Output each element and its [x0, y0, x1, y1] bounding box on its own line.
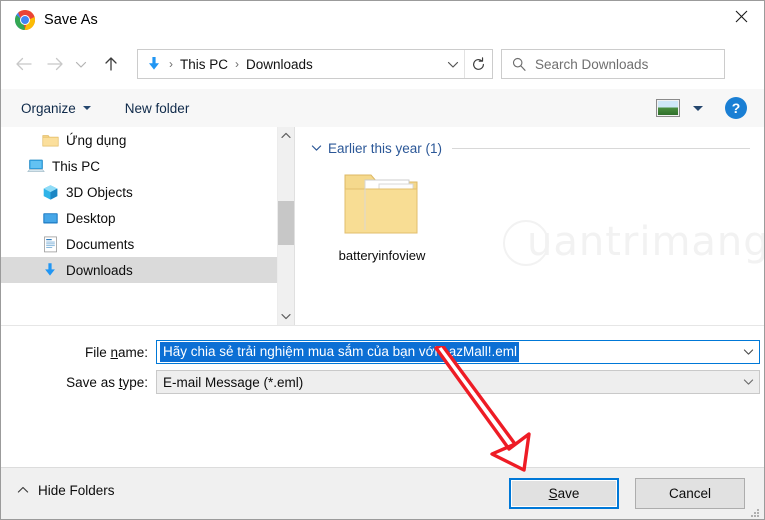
navigation-pane: Ứng dụng This PC 3D Objects Desktop Docu… — [1, 127, 277, 325]
sidebar-item-label: This PC — [52, 158, 101, 174]
group-divider — [452, 147, 750, 149]
chrome-logo-icon — [15, 10, 35, 30]
organize-label: Organize — [21, 100, 76, 116]
filename-value[interactable]: Hãy chia sẻ trải nghiệm mua sắm của bạn … — [160, 341, 519, 363]
title-bar: Save As — [1, 1, 764, 39]
hide-folders-label: Hide Folders — [38, 482, 115, 498]
cancel-button[interactable]: Cancel — [635, 478, 745, 509]
scrollbar-thumb[interactable] — [278, 201, 294, 245]
search-box[interactable] — [501, 49, 725, 79]
sidebar-item-label: Downloads — [66, 262, 133, 278]
form-area: File name: Hãy chia sẻ trải nghiệm mua s… — [1, 325, 764, 468]
scrollbar-chevron-up-icon[interactable] — [278, 127, 294, 144]
filetype-row: Save as type: E-mail Message (*.eml) — [1, 370, 764, 394]
hide-folders-button[interactable]: Hide Folders — [15, 482, 115, 498]
dialog-footer: Hide Folders Save Cancel — [1, 467, 764, 519]
filetype-value: E-mail Message (*.eml) — [163, 374, 304, 390]
close-icon[interactable] — [718, 1, 764, 31]
new-folder-button[interactable]: New folder — [119, 89, 196, 127]
breadcrumb-separator: › — [235, 57, 240, 71]
filename-row: File name: Hãy chia sẻ trải nghiệm mua s… — [1, 340, 764, 364]
filename-chevron-down-icon[interactable] — [737, 341, 759, 363]
file-list-pane: Earlier this year (1) uantrimang battery… — [295, 127, 764, 325]
navigation-pane-scrollbar[interactable] — [277, 127, 294, 325]
arrow-left-icon[interactable] — [9, 50, 37, 78]
filename-input[interactable]: Hãy chia sẻ trải nghiệm mua sắm của bạn … — [156, 340, 760, 364]
search-input[interactable] — [535, 56, 715, 72]
3d-objects-icon — [41, 183, 59, 201]
sidebar-item-desktop[interactable]: Desktop — [1, 205, 277, 231]
sidebar-item-ung-dung[interactable]: Ứng dụng — [1, 127, 277, 153]
resize-grip-icon[interactable] — [749, 506, 761, 518]
breadcrumb-item-this-pc[interactable]: This PC — [180, 57, 228, 72]
sidebar-item-label: Documents — [66, 236, 135, 252]
sidebar-item-label: 3D Objects — [66, 184, 133, 200]
watermark-text: uantrimang — [527, 219, 764, 265]
list-item-label: batteryinfoview — [338, 248, 426, 263]
window-title: Save As — [44, 12, 98, 28]
arrow-right-icon[interactable] — [41, 50, 69, 78]
arrow-up-icon[interactable] — [97, 50, 125, 78]
desktop-icon — [41, 209, 59, 227]
filetype-select[interactable]: E-mail Message (*.eml) — [156, 370, 760, 394]
downloads-arrow-icon — [145, 56, 162, 73]
watermark: uantrimang — [503, 219, 764, 266]
save-button[interactable]: Save — [509, 478, 619, 509]
breadcrumb[interactable]: › This PC › Downloads — [137, 49, 493, 79]
filename-label: File name: — [84, 344, 148, 360]
file-group-header[interactable]: Earlier this year (1) — [308, 140, 764, 156]
scrollbar-chevron-down-icon[interactable] — [278, 308, 294, 325]
filetype-chevron-down-icon[interactable] — [737, 371, 759, 393]
toolbar-right-group: ? — [656, 89, 764, 127]
folder-large-icon — [339, 167, 425, 241]
list-item[interactable]: batteryinfoview — [323, 167, 441, 263]
organize-button[interactable]: Organize — [15, 89, 97, 127]
navigation-bar: › This PC › Downloads — [1, 39, 764, 89]
sidebar-item-documents[interactable]: Documents — [1, 231, 277, 257]
sidebar-item-downloads[interactable]: Downloads — [1, 257, 277, 283]
view-options-chevron-down-icon[interactable] — [693, 105, 703, 111]
new-folder-label: New folder — [124, 100, 190, 116]
this-pc-icon — [27, 157, 45, 175]
watermark-bulb-icon — [503, 220, 549, 266]
chevron-down-icon — [82, 106, 91, 110]
documents-icon — [41, 235, 59, 253]
sidebar-item-this-pc[interactable]: This PC — [1, 153, 277, 179]
chevron-down-icon[interactable] — [308, 140, 324, 156]
save-as-dialog: Save As › This PC › Downloads Search Dow… — [0, 0, 765, 520]
chevron-up-icon — [15, 482, 31, 498]
sidebar-item-label: Ứng dụng — [66, 132, 127, 148]
breadcrumb-separator: › — [169, 57, 173, 71]
folder-icon — [41, 131, 59, 149]
file-group-label: Earlier this year (1) — [328, 140, 443, 156]
sidebar-item-3d-objects[interactable]: 3D Objects — [1, 179, 277, 205]
view-layout-icon[interactable] — [656, 99, 680, 117]
refresh-icon[interactable] — [464, 50, 492, 78]
filetype-label: Save as type: — [66, 374, 148, 390]
sidebar-item-label: Desktop — [66, 210, 116, 226]
breadcrumb-chevron-down-icon[interactable] — [442, 50, 464, 78]
toolbar: Organize New folder ? — [1, 89, 764, 128]
breadcrumb-item-downloads[interactable]: Downloads — [246, 57, 313, 72]
recent-locations-chevron-down-icon[interactable] — [71, 50, 91, 78]
search-icon — [511, 57, 526, 72]
downloads-icon — [41, 261, 59, 279]
help-button[interactable]: ? — [725, 97, 747, 119]
